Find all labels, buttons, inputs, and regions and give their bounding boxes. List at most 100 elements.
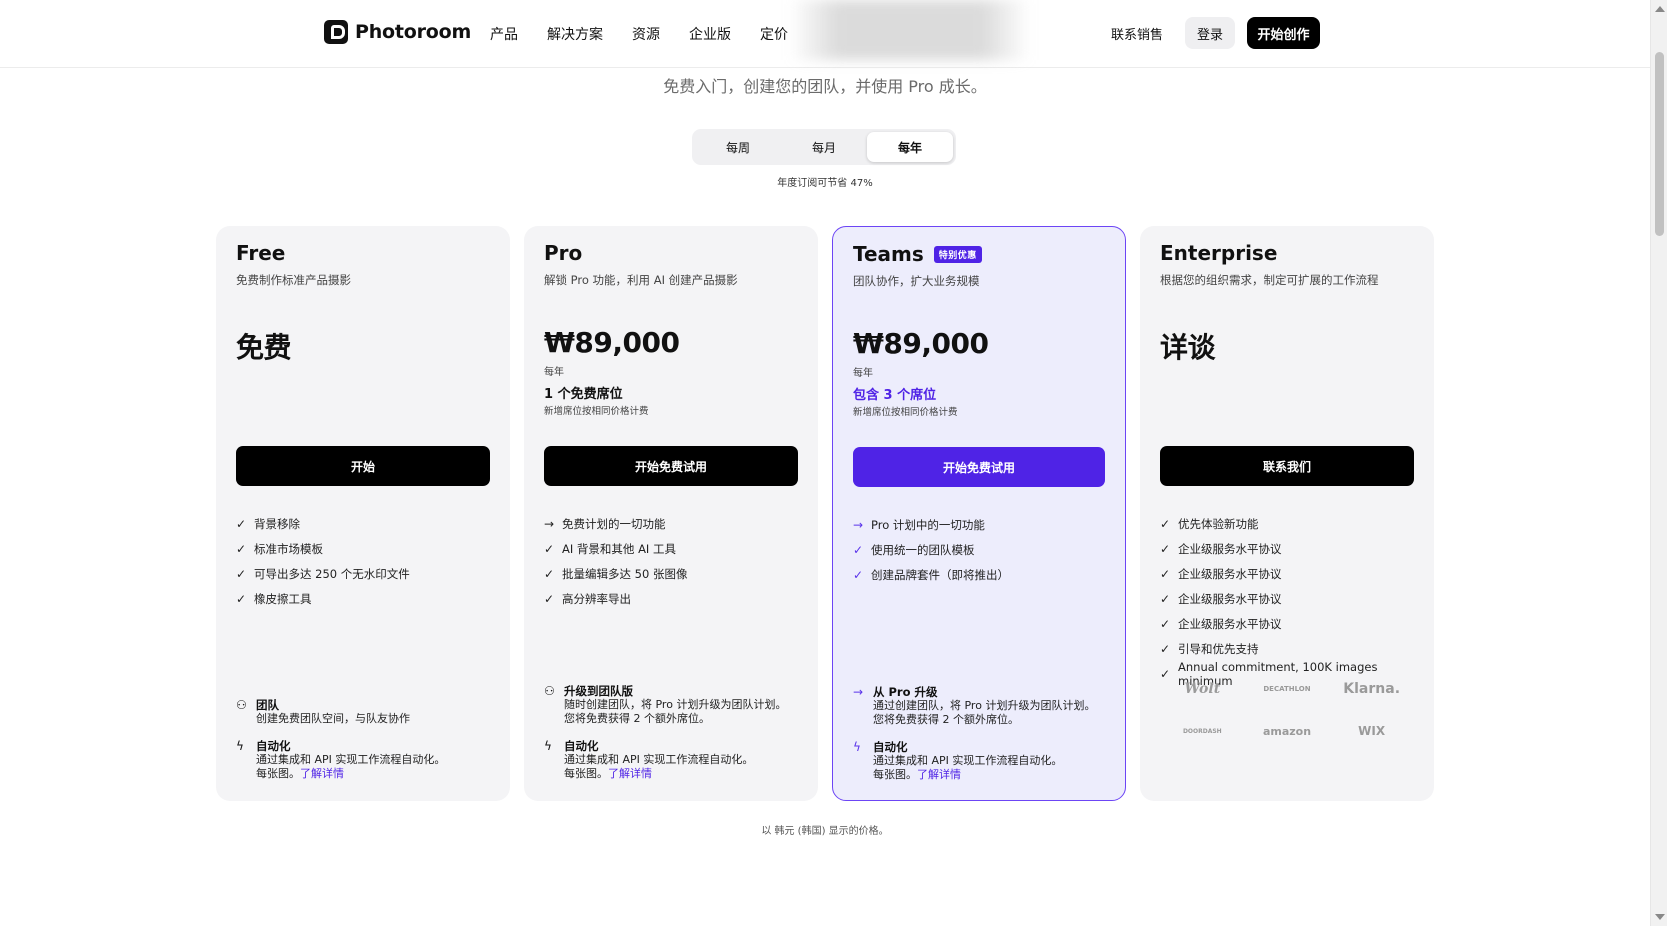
contact-us-button[interactable]: 联系我们 [1160,446,1414,486]
plan-name: Teams 特别优惠 [853,242,982,266]
nav-link-resources[interactable]: 资源 [632,24,660,44]
list-item: → 免费计划的一切功能 [544,516,666,531]
billing-period-toggle: 每周 每月 每年 [692,129,956,165]
vertical-scrollbar[interactable] [1650,0,1667,926]
plan-name: Pro [544,241,583,265]
photoroom-logo-icon [324,20,348,44]
plan-card-teams: Teams 特别优惠 团队协作，扩大业务规模 ₩89,000 每年 包含 3 个… [832,226,1126,801]
nav-link-products[interactable]: 产品 [490,24,518,44]
nav-actions: 联系销售 登录 开始创作 [1111,17,1320,49]
users-icon: ⚇ [544,684,555,698]
check-icon: ✓ [1160,616,1171,631]
list-item: ✓ 企业级服务水平协议 [1160,566,1282,581]
feature-list: → Pro 计划中的一切功能 ✓ 使用统一的团队模板 ✓ 创建品牌套件（即将推出） [853,512,1105,587]
check-icon: ✓ [236,541,247,556]
check-icon: ✓ [1160,516,1171,531]
plan-card-pro: Pro 解锁 Pro 功能，利用 AI 创建产品摄影 ₩89,000 每年 1 … [524,226,818,801]
seat-note: 新增席位按相同价格计费 [853,407,958,418]
check-icon: ✓ [1160,591,1171,606]
seat-count: 1 个免费席位 [544,387,623,402]
plan-price: 详谈 [1160,331,1216,364]
scroll-thumb[interactable] [1655,52,1664,236]
start-creating-button[interactable]: 开始创作 [1247,17,1320,49]
amazon-logo: amazon [1262,724,1312,738]
feature-list: → 免费计划的一切功能 ✓ AI 背景和其他 AI 工具 ✓ 批量编辑多达 50 张图… [544,511,798,611]
plan-description: 团队协作，扩大业务规模 [853,274,980,288]
check-icon: ✓ [853,542,864,557]
check-icon: ✓ [1160,541,1171,556]
check-icon: ✓ [544,541,555,556]
start-free-trial-button[interactable]: 开始免费试用 [853,447,1105,487]
check-icon: ✓ [236,516,247,531]
nav-links: 产品 解决方案 资源 企业版 定价 [490,24,788,44]
login-button[interactable]: 登录 [1185,17,1235,49]
team-extra: ⚇ 团队 创建免费团队空间，与队友协作 [236,698,410,725]
list-item: ✓ 使用统一的团队模板 [853,542,975,557]
automation-extra: ϟ 自动化 通过集成和 API 实现工作流程自动化。 每张图。了解详情 [544,739,754,780]
start-button[interactable]: 开始 [236,446,490,486]
list-item: ✓ 企业级服务水平协议 [1160,591,1282,606]
list-item: ✓ AI 背景和其他 AI 工具 [544,541,676,556]
check-icon: ✓ [236,591,247,606]
nav-link-solutions[interactable]: 解决方案 [547,24,603,44]
upgrade-team-extra: ⚇ 升级到团队版 随时创建团队，将 Pro 计划升级为团队计划。 您将免费获得 … [544,684,787,725]
learn-more-link[interactable]: 了解详情 [608,767,652,780]
plan-name: Enterprise [1160,241,1278,265]
brand-name: Photoroom [355,21,472,43]
billing-period-label: 每年 [544,367,564,378]
list-item: ✓ 创建品牌套件（即将推出） [853,567,1009,582]
check-icon: ✓ [544,566,555,581]
upgrade-from-pro-extra: → 从 Pro 升级 通过创建团队，将 Pro 计划升级为团队计划。 您将免费获… [853,685,1096,726]
top-navbar: Photoroom 产品 解决方案 资源 企业版 定价 联系销售 登录 开始创作 [0,0,1650,68]
nav-link-pricing[interactable]: 定价 [760,24,788,44]
scroll-down-icon[interactable] [1655,914,1665,920]
feature-list: ✓ 优先体验新功能 ✓ 企业级服务水平协议 ✓ 企业级服务水平协议 ✓ 企业级服务水平协… [1160,511,1414,688]
plan-card-enterprise: Enterprise 根据您的组织需求，制定可扩展的工作流程 详谈 联系我们 ✓… [1140,226,1434,801]
automation-extra: ϟ 自动化 通过集成和 API 实现工作流程自动化。 每张图。了解详情 [853,740,1063,781]
wolt-logo: Wolt [1184,681,1221,697]
list-item: → Pro 计划中的一切功能 [853,517,985,532]
list-item: ✓ 橡皮擦工具 [236,591,312,606]
list-item: ✓ 高分辨率导出 [544,591,631,606]
billing-weekly[interactable]: 每周 [695,132,781,162]
seat-count: 包含 3 个席位 [853,388,937,403]
klarna-logo: Klarna. [1343,681,1401,697]
billing-period-label: 每年 [853,368,873,379]
arrow-right-icon: → [853,685,864,699]
plan-description: 免费制作标准产品摄影 [236,273,351,287]
currency-footnote: 以 韩元 (韩国) 显示的价格。 [761,826,889,837]
plan-price: ₩89,000 [544,326,680,359]
doordash-logo: DOORDASH [1182,727,1222,735]
billing-yearly[interactable]: 每年 [867,132,953,162]
plan-price: 免费 [236,331,292,364]
list-item: ✓ 可导出多达 250 个无水印文件 [236,566,410,581]
plan-name: Free [236,241,286,265]
annual-savings-note: 年度订阅可节省 47% [777,178,873,189]
list-item: ✓ 引导和优先支持 [1160,641,1259,656]
list-item: ✓ 背景移除 [236,516,300,531]
start-free-trial-button[interactable]: 开始免费试用 [544,446,798,486]
scroll-up-icon[interactable] [1655,6,1665,12]
pricing-subtitle: 免费入门，创建您的团队，并使用 Pro 成长。 [663,77,987,96]
check-icon: ✓ [236,566,247,581]
brand-logo[interactable]: Photoroom [324,20,471,44]
automation-extra: ϟ 自动化 通过集成和 API 实现工作流程自动化。 每张图。了解详情 [236,739,446,780]
plan-price: ₩89,000 [853,327,989,360]
customer-logos: Wolt DECATHLON Klarna. DOORDASH amazon W… [1160,681,1414,739]
blurred-heading [790,0,1030,60]
list-item: ✓ 标准市场模板 [236,541,323,556]
nav-link-enterprise[interactable]: 企业版 [689,24,731,44]
seat-note: 新增席位按相同价格计费 [544,406,649,417]
check-icon: ✓ [1160,641,1171,656]
users-icon: ⚇ [236,698,247,712]
check-icon: ✓ [853,567,864,582]
decathlon-logo: DECATHLON [1263,685,1311,693]
list-item: ✓ 企业级服务水平协议 [1160,616,1282,631]
check-icon: ✓ [544,591,555,606]
list-item: ✓ 优先体验新功能 [1160,516,1259,531]
learn-more-link[interactable]: 了解详情 [917,768,961,781]
billing-monthly[interactable]: 每月 [781,132,867,162]
contact-sales-link[interactable]: 联系销售 [1111,24,1163,43]
lightning-icon: ϟ [236,739,244,753]
learn-more-link[interactable]: 了解详情 [300,767,344,780]
